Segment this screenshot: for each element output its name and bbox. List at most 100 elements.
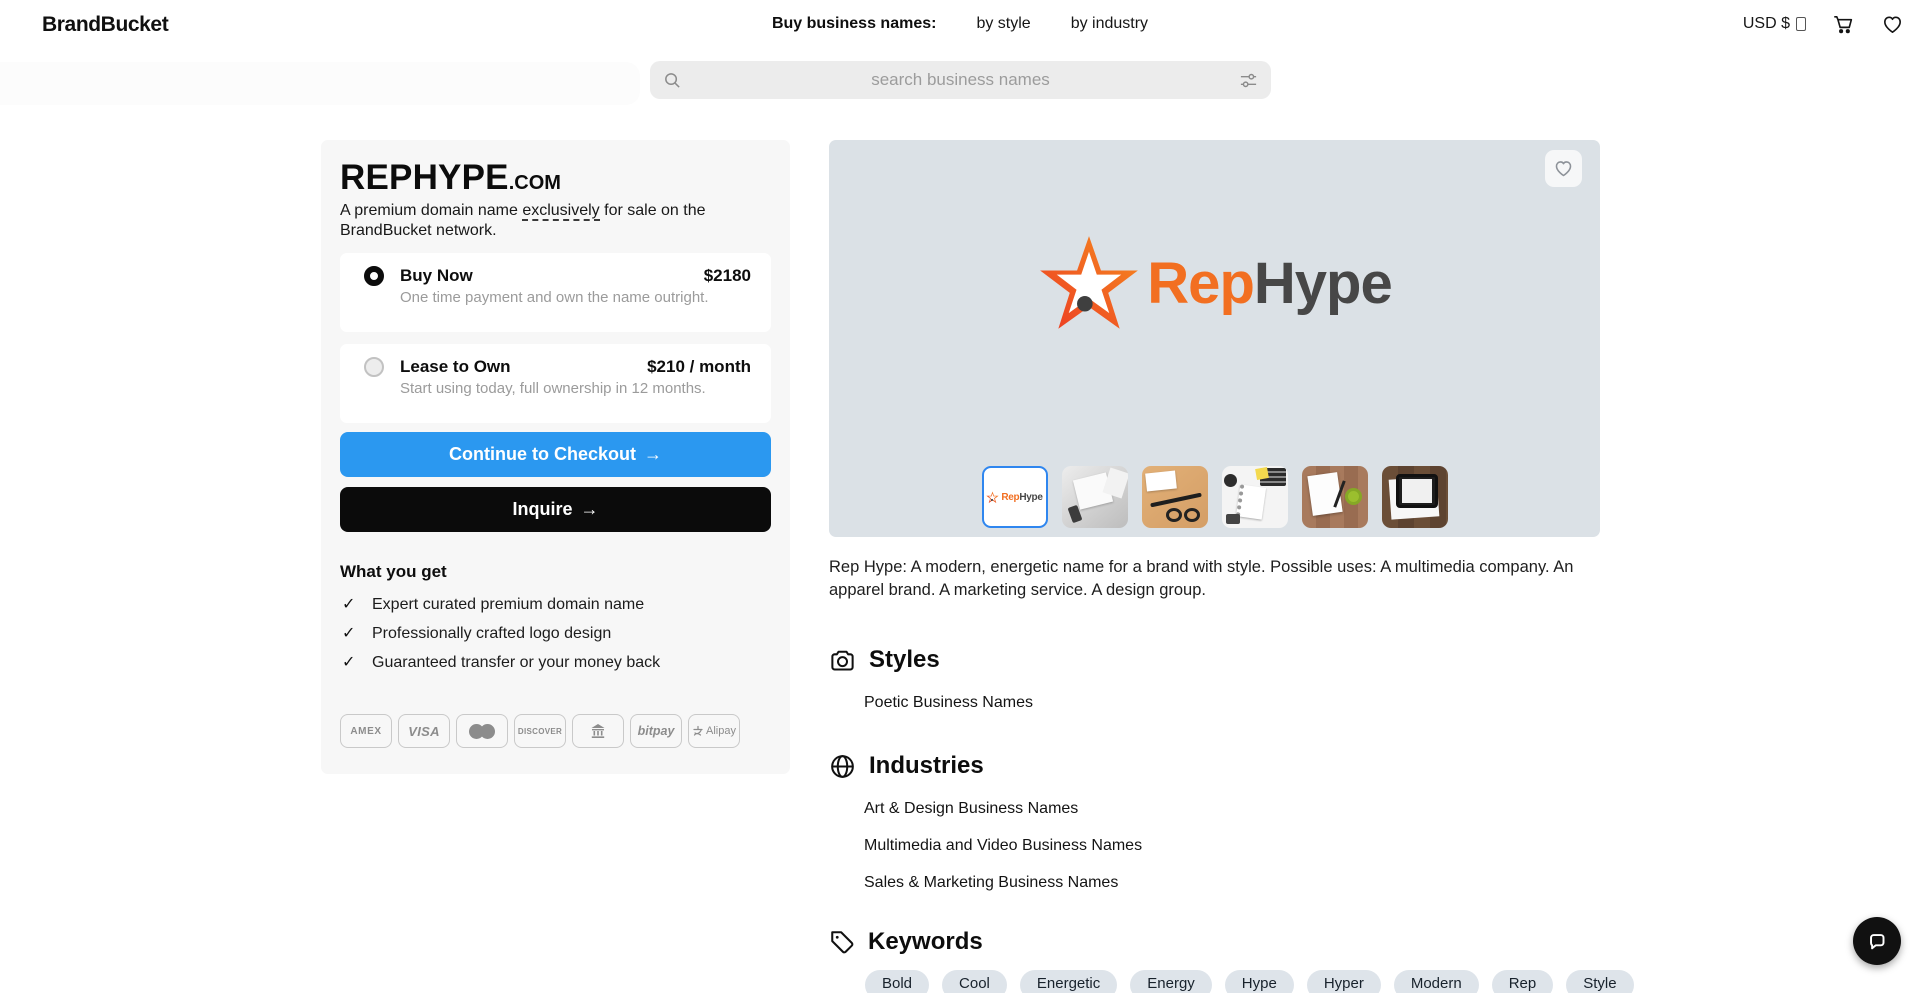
globe-icon	[829, 753, 856, 780]
what-you-get-title: What you get	[340, 562, 771, 582]
keywords-title: Keywords	[868, 928, 983, 956]
industries-section: Industries Art & Design Business Names M…	[829, 752, 1142, 901]
alipay-icon: Alipay	[688, 714, 740, 748]
keyword-tag[interactable]: Hype	[1225, 970, 1294, 993]
check-icon: ✓	[342, 590, 372, 619]
keyword-tag[interactable]: Rep	[1492, 970, 1554, 993]
chat-launcher-button[interactable]	[1853, 917, 1901, 965]
header-right: USD $	[1743, 0, 1904, 48]
discover-icon: DISCOVER	[514, 714, 566, 748]
currency-selector[interactable]: USD $	[1743, 15, 1806, 33]
industry-link-sales-marketing[interactable]: Sales & Marketing Business Names	[864, 864, 1142, 901]
thumbnail-sketch-desk[interactable]	[1062, 466, 1128, 528]
what-you-get-list: ✓ Expert curated premium domain name ✓ P…	[340, 590, 771, 677]
camera-icon	[829, 647, 856, 674]
inquire-label: Inquire	[512, 499, 572, 520]
arrow-right-icon: →	[644, 444, 662, 465]
cart-icon[interactable]	[1832, 13, 1855, 36]
visa-icon: VISA	[398, 714, 450, 748]
industry-link-art-design[interactable]: Art & Design Business Names	[864, 790, 1142, 827]
filter-sliders-icon[interactable]	[1239, 71, 1258, 90]
bitpay-label: bitpay	[638, 724, 675, 738]
buy-now-price: $2180	[704, 266, 751, 286]
heart-icon	[1553, 158, 1574, 179]
tag-icon	[829, 929, 855, 955]
search-input[interactable]	[682, 70, 1239, 90]
domain-name: REPHYPE	[340, 158, 509, 197]
what-you-get-text: Guaranteed transfer or your money back	[372, 648, 660, 677]
what-you-get-item: ✓ Professionally crafted logo design	[340, 619, 771, 648]
thumbnail-strip: RepHype	[829, 466, 1600, 528]
rephype-logo: RepHype	[829, 232, 1600, 336]
lease-to-own-option[interactable]: Lease to Own $210 / month Start using to…	[340, 344, 771, 423]
page: BrandBucket Buy business names: by style…	[0, 0, 1920, 993]
favorites-heart-icon[interactable]	[1881, 13, 1904, 36]
amex-label: AMEX	[350, 726, 381, 737]
keyword-tag[interactable]: Modern	[1394, 970, 1479, 993]
star-icon	[986, 491, 999, 504]
mastercard-icon	[456, 714, 508, 748]
search-icon	[663, 71, 682, 90]
buy-now-option[interactable]: Buy Now $2180 One time payment and own t…	[340, 253, 771, 332]
visa-label: VISA	[408, 724, 440, 739]
logo-preview-panel: RepHype RepHype	[829, 140, 1600, 537]
styles-section: Styles Poetic Business Names	[829, 646, 1033, 722]
lease-price: $210 / month	[647, 357, 751, 377]
thumbnail-tablet-desk[interactable]	[1382, 466, 1448, 528]
tagline: A premium domain name exclusively for sa…	[340, 201, 718, 241]
currency-label: USD $	[1743, 15, 1790, 33]
style-link-poetic[interactable]: Poetic Business Names	[864, 684, 1033, 722]
buy-now-radio[interactable]	[364, 266, 384, 286]
keyword-tag[interactable]: Bold	[865, 970, 929, 993]
industry-link-multimedia-video[interactable]: Multimedia and Video Business Names	[864, 827, 1142, 864]
keyword-tag[interactable]: Hyper	[1307, 970, 1381, 993]
lease-description: Start using today, full ownership in 12 …	[400, 380, 751, 397]
buy-now-label: Buy Now	[400, 266, 473, 286]
keyword-tag[interactable]: Energy	[1130, 970, 1212, 993]
subheader-band	[0, 62, 640, 105]
buy-now-description: One time payment and own the name outrig…	[400, 289, 751, 306]
thumbnail-notebook-keyboard-desk[interactable]	[1222, 466, 1288, 528]
nav-link-by-industry[interactable]: by industry	[1071, 15, 1148, 33]
alipay-label: Alipay	[706, 725, 736, 737]
star-icon	[1037, 232, 1141, 336]
favorite-listing-button[interactable]	[1545, 150, 1582, 187]
amex-icon: AMEX	[340, 714, 392, 748]
nav-link-by-style[interactable]: by style	[976, 15, 1030, 33]
what-you-get-item: ✓ Expert curated premium domain name	[340, 590, 771, 619]
industries-title: Industries	[869, 752, 984, 780]
domain-tld: .COM	[509, 172, 561, 194]
purchase-panel: REPHYPE.COM A premium domain name exclus…	[321, 140, 790, 774]
mini-logo-wordmark: RepHype	[1001, 492, 1042, 503]
listing-description: Rep Hype: A modern, energetic name for a…	[829, 556, 1619, 602]
bitpay-icon: bitpay	[630, 714, 682, 748]
main-nav: Buy business names: by style by industry	[772, 0, 1148, 48]
chat-bubble-icon	[1864, 928, 1890, 954]
keywords-section: Keywords Bold Cool Energetic Energy Hype…	[829, 928, 1634, 993]
tagline-prefix: A premium domain name	[340, 202, 522, 219]
thumbnail-business-card-desk[interactable]	[1142, 466, 1208, 528]
keyword-tag[interactable]: Style	[1566, 970, 1633, 993]
continue-to-checkout-button[interactable]: Continue to Checkout →	[340, 432, 771, 477]
brandbucket-logo[interactable]: BrandBucket	[42, 13, 168, 37]
bank-transfer-icon	[572, 714, 624, 748]
logo-text-rep: Rep	[1147, 251, 1254, 316]
lease-radio[interactable]	[364, 357, 384, 377]
thumbnail-logo-card[interactable]: RepHype	[982, 466, 1048, 528]
discover-label: DISCOVER	[518, 727, 562, 736]
inquire-button[interactable]: Inquire →	[340, 487, 771, 532]
lease-label: Lease to Own	[400, 357, 511, 377]
check-icon: ✓	[342, 648, 372, 677]
search-bar[interactable]	[650, 61, 1271, 99]
logo-wordmark: RepHype	[1147, 255, 1391, 313]
nav-heading: Buy business names:	[772, 15, 937, 33]
what-you-get-item: ✓ Guaranteed transfer or your money back	[340, 648, 771, 677]
tagline-emphasis[interactable]: exclusively	[522, 202, 599, 221]
missing-glyph-box	[1796, 17, 1806, 31]
keyword-tag[interactable]: Energetic	[1020, 970, 1117, 993]
payment-methods: AMEX VISA DISCOVER bitpay Alipay	[340, 714, 771, 748]
keyword-tag[interactable]: Cool	[942, 970, 1007, 993]
logo-text-hype: Hype	[1254, 251, 1392, 316]
styles-title: Styles	[869, 646, 940, 674]
thumbnail-wood-desk-paper[interactable]	[1302, 466, 1368, 528]
